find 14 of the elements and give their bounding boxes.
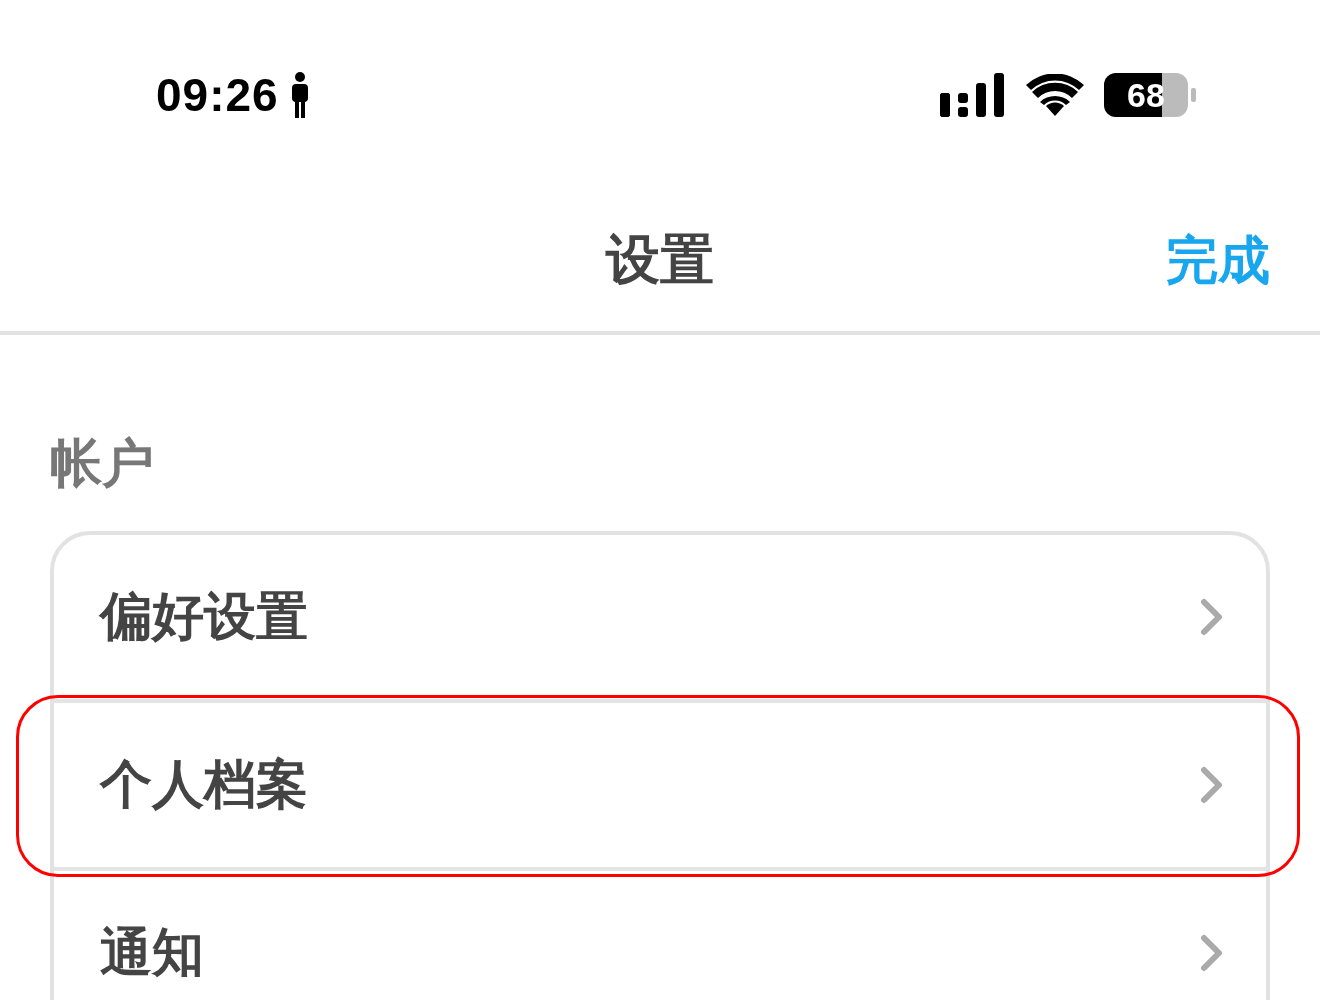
section-header: 帐户 xyxy=(50,432,154,495)
settings-row[interactable]: 偏好设置 xyxy=(54,535,1266,699)
settings-row[interactable]: 个人档案 xyxy=(54,703,1266,867)
row-label: 个人档案 xyxy=(100,753,308,816)
chevron-icon xyxy=(1200,934,1224,972)
chevron-icon xyxy=(1200,766,1224,804)
row-label: 偏好设置 xyxy=(100,585,308,648)
chevron-icon xyxy=(1200,598,1224,636)
page-title: 设置 xyxy=(606,227,714,293)
signal-icon xyxy=(940,73,1006,117)
clock-time: 09:26 xyxy=(156,68,279,122)
wifi-icon xyxy=(1026,74,1084,116)
row-label: 通知 xyxy=(100,921,204,984)
settings-row[interactable]: 通知 xyxy=(54,871,1266,1000)
